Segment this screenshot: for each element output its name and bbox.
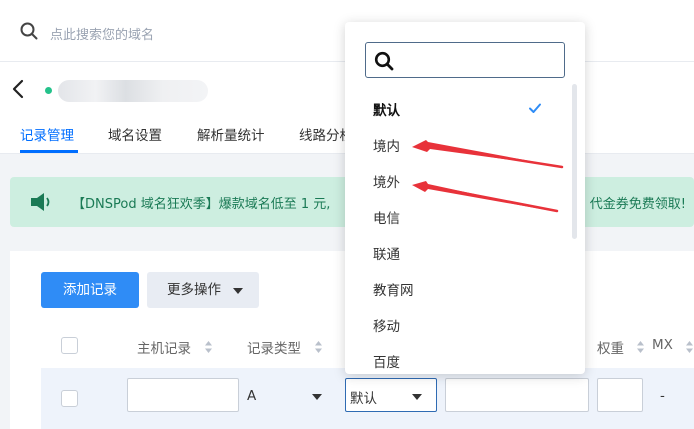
- dropdown-option-telecom[interactable]: 电信: [373, 207, 400, 227]
- dropdown-option-edu[interactable]: 教育网: [373, 279, 414, 299]
- sort-icon[interactable]: [205, 341, 212, 353]
- dropdown-scrollbar[interactable]: [572, 84, 577, 239]
- tab-domain-settings[interactable]: 域名设置: [108, 124, 162, 144]
- line-dropdown[interactable]: 默认 境内 境外 电信 联通 教育网 移动 百度: [345, 22, 585, 374]
- tab-query-stats[interactable]: 解析量统计: [197, 124, 265, 144]
- line-select[interactable]: 默认: [345, 378, 437, 412]
- status-dot: [45, 87, 52, 94]
- select-all-checkbox[interactable]: [61, 337, 78, 354]
- sort-icon[interactable]: [637, 341, 644, 353]
- active-tab-indicator: [20, 150, 78, 153]
- sort-icon[interactable]: [686, 341, 693, 353]
- check-icon: [529, 103, 541, 113]
- domain-search-input[interactable]: 点此搜索您的域名: [50, 24, 154, 43]
- header-weight[interactable]: 权重: [597, 337, 624, 357]
- back-arrow-icon[interactable]: [10, 78, 26, 100]
- blurred-domain-name: [58, 80, 208, 102]
- mx-value: -: [660, 388, 665, 404]
- record-type-value[interactable]: A: [247, 388, 256, 404]
- line-select-caret-icon: [412, 394, 422, 400]
- dropdown-option-baidu[interactable]: 百度: [373, 351, 400, 371]
- dropdown-option-domestic[interactable]: 境内: [373, 135, 400, 155]
- record-type-caret-icon[interactable]: [312, 394, 322, 400]
- table-row: A 默认 -: [41, 368, 694, 429]
- dropdown-option-unicom[interactable]: 联通: [373, 243, 400, 263]
- search-icon[interactable]: [20, 22, 38, 40]
- more-actions-button[interactable]: 更多操作: [147, 272, 259, 308]
- dropdown-search-input[interactable]: [365, 42, 565, 78]
- dropdown-option-default[interactable]: 默认: [373, 99, 400, 119]
- caret-down-icon: [233, 288, 243, 294]
- tab-record-management[interactable]: 记录管理: [20, 124, 74, 144]
- promo-text-tail[interactable]: 代金券免费领取!: [590, 193, 686, 212]
- dropdown-option-mobile[interactable]: 移动: [373, 315, 400, 335]
- add-record-button[interactable]: 添加记录: [41, 272, 139, 308]
- weight-input[interactable]: [597, 378, 643, 412]
- row-checkbox[interactable]: [61, 390, 78, 407]
- line-select-value: 默认: [350, 391, 377, 407]
- host-record-input[interactable]: [127, 378, 239, 412]
- sort-icon[interactable]: [315, 341, 322, 353]
- header-mx[interactable]: MX: [652, 337, 673, 353]
- more-actions-label: 更多操作: [167, 282, 221, 298]
- search-icon: [374, 51, 394, 71]
- dropdown-option-overseas[interactable]: 境外: [373, 171, 400, 191]
- header-host[interactable]: 主机记录: [137, 337, 191, 357]
- record-value-input[interactable]: [445, 378, 589, 412]
- promo-text[interactable]: 【DNSPod 域名狂欢季】爆款域名低至 1 元,: [72, 193, 372, 212]
- header-record-type[interactable]: 记录类型: [247, 337, 301, 357]
- speaker-icon: [31, 193, 50, 211]
